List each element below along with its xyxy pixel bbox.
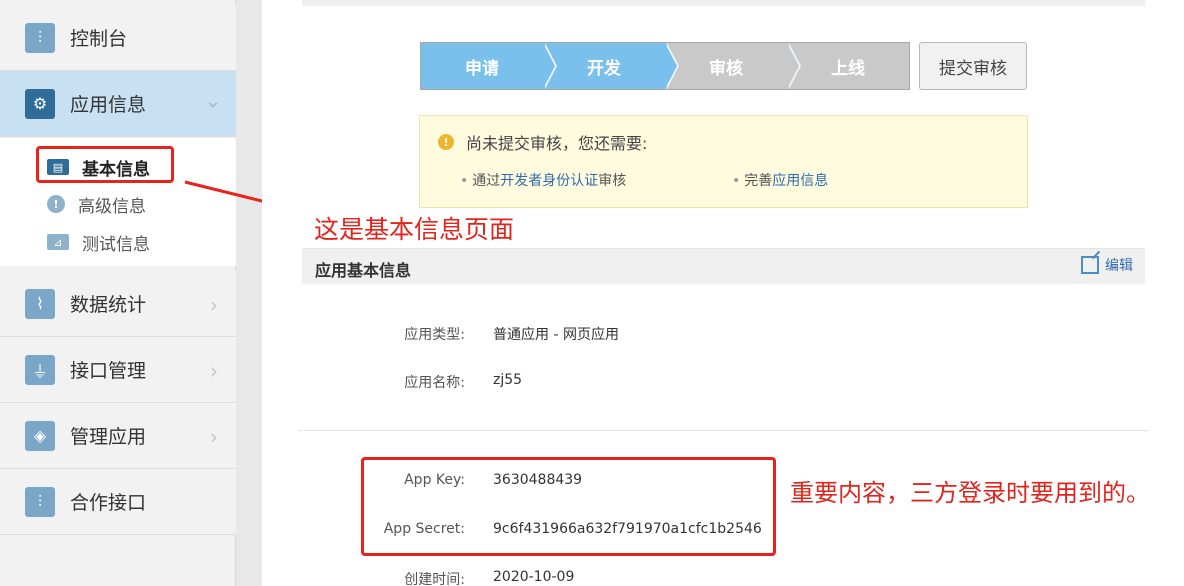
req-text: 完善 (744, 173, 773, 189)
req-text: 通过 (472, 173, 501, 189)
chevron-right-icon: › (210, 359, 218, 383)
step-apply: 申请 (421, 43, 557, 89)
notice-box: ! 尚未提交审核，您还需要: • 通过开发者身份认证审核 • 完善应用信息 (419, 115, 1028, 208)
notice-requirement-1: • 通过开发者身份认证审核 (460, 173, 627, 189)
sidebar-item-label: 应用信息 (70, 94, 147, 116)
step-online: 上线 (787, 43, 909, 89)
main-content: 申请 开发 审核 上线 提交审核 ! 尚未提交审核，您还需要: • 通过开发者身份… (262, 0, 1184, 586)
app-type-value: 普通应用 - 网页应用 (493, 327, 619, 343)
step-label: 申请 (465, 58, 499, 79)
submenu-item-label: 高级信息 (78, 196, 146, 217)
chevron-right-icon: › (210, 293, 218, 317)
sidebar-item-console[interactable]: ⫶ 控制台 (0, 5, 236, 71)
step-label: 审核 (709, 58, 743, 79)
sidebar-item-api-manage[interactable]: ⏚ 接口管理 › (0, 337, 236, 403)
layers-icon: ◈ (25, 420, 55, 451)
warning-icon: ! (438, 134, 454, 150)
developer-auth-link[interactable]: 开发者身份认证 (500, 173, 598, 189)
step-label: 上线 (831, 58, 865, 79)
step-label: 开发 (587, 58, 621, 79)
step-develop: 开发 (543, 43, 679, 89)
annotation-highlight-box (361, 457, 776, 556)
sidebar-item-partner-api[interactable]: ⫶ 合作接口 (0, 469, 236, 535)
req-text: 审核 (598, 173, 627, 189)
annotation-highlight-box (36, 146, 174, 183)
sidebar-item-label: 控制台 (70, 28, 128, 50)
section-title: 应用基本信息 (315, 261, 412, 280)
plug-icon: ⏚ (25, 354, 55, 385)
sidebar-item-label: 管理应用 (70, 426, 147, 448)
chart-icon: ⌇ (25, 288, 55, 319)
edit-button[interactable]: 编辑 (1081, 255, 1133, 275)
section-header: 应用基本信息 编辑 (302, 248, 1145, 284)
annotation-key-note: 重要内容，三方登录时要用到的。 (790, 479, 1150, 507)
info-icon: ! (47, 195, 65, 213)
sliders-icon: ⫶ (25, 486, 55, 517)
app-type-label: 应用类型: (404, 327, 465, 343)
notice-title: 尚未提交审核，您还需要: (466, 134, 648, 153)
created-time-label: 创建时间: (404, 572, 465, 586)
progress-steps: 申请 开发 审核 上线 (420, 42, 910, 90)
submenu-item-advanced-info[interactable]: ! 高级信息 (47, 189, 146, 219)
chevron-down-icon: › (202, 101, 226, 109)
edit-label: 编辑 (1105, 258, 1133, 274)
sidebar-item-label: 数据统计 (70, 294, 147, 316)
edit-icon (1081, 256, 1099, 274)
sidebar-item-manage-apps[interactable]: ◈ 管理应用 › (0, 403, 236, 469)
test-icon: ⊿ (47, 234, 69, 250)
sidebar-item-label: 合作接口 (70, 492, 147, 514)
app-name-label: 应用名称: (404, 375, 465, 391)
created-time-value: 2020-10-09 (493, 569, 575, 585)
top-bar (302, 0, 1145, 6)
sidebar: ⫶ 控制台 ⚙ 应用信息 › ▤ 基本信息 ! 高级信息 ⊿ 测试信息 ⌇ 数据… (0, 0, 236, 586)
annotation-page-note: 这是基本信息页面 (314, 215, 515, 244)
sliders-icon: ⫶ (25, 22, 55, 53)
sidebar-item-label: 接口管理 (70, 360, 147, 382)
notice-requirement-2: • 完善应用信息 (732, 173, 829, 189)
submenu-item-label: 测试信息 (82, 234, 150, 255)
submenu-item-test-info[interactable]: ⊿ 测试信息 (47, 227, 150, 257)
sidebar-item-data-stats[interactable]: ⌇ 数据统计 › (0, 271, 236, 337)
submit-review-button[interactable]: 提交审核 (919, 42, 1027, 90)
sidebar-item-app-info[interactable]: ⚙ 应用信息 › (0, 71, 236, 137)
app-name-value: zj55 (493, 372, 523, 388)
chevron-right-icon: › (210, 425, 218, 449)
gear-icon: ⚙ (25, 88, 55, 119)
step-review: 审核 (665, 43, 801, 89)
divider (298, 430, 1149, 431)
app-info-link[interactable]: 应用信息 (772, 173, 828, 189)
